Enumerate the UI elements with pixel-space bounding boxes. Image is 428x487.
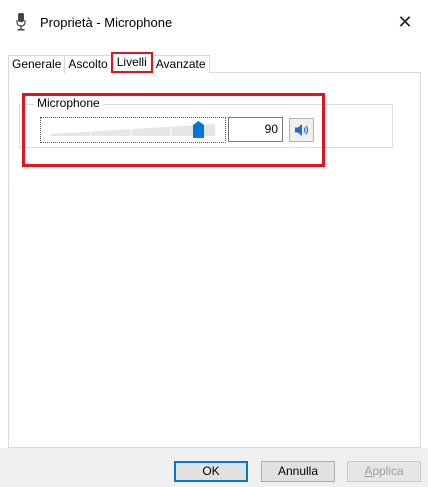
apply-button[interactable]: Applica: [347, 461, 421, 482]
tab-strip: Generale Ascolto Livelli Avanzate: [8, 52, 210, 73]
slider-track: [51, 124, 215, 136]
mute-button[interactable]: [289, 118, 314, 142]
slider-thumb[interactable]: [193, 121, 205, 138]
cancel-button[interactable]: Annulla: [261, 461, 335, 482]
tab-ascolto[interactable]: Ascolto: [64, 55, 112, 73]
tab-avanzate[interactable]: Avanzate: [151, 55, 210, 73]
close-icon: ✕: [397, 11, 413, 32]
tab-livelli[interactable]: Livelli: [110, 52, 153, 73]
close-button[interactable]: ✕: [382, 0, 428, 44]
speaker-icon: [294, 124, 308, 136]
microphone-icon: [16, 13, 26, 31]
level-value-field[interactable]: 90: [228, 117, 283, 142]
title-bar: Proprietà - Microphone ✕: [0, 0, 428, 44]
window-title: Proprietà - Microphone: [40, 15, 173, 30]
microphone-level-slider[interactable]: [40, 117, 226, 143]
ok-button[interactable]: OK: [174, 461, 248, 482]
group-label: Microphone: [34, 96, 103, 110]
apply-rest: pplica: [372, 464, 404, 478]
tab-generale[interactable]: Generale: [8, 55, 66, 73]
